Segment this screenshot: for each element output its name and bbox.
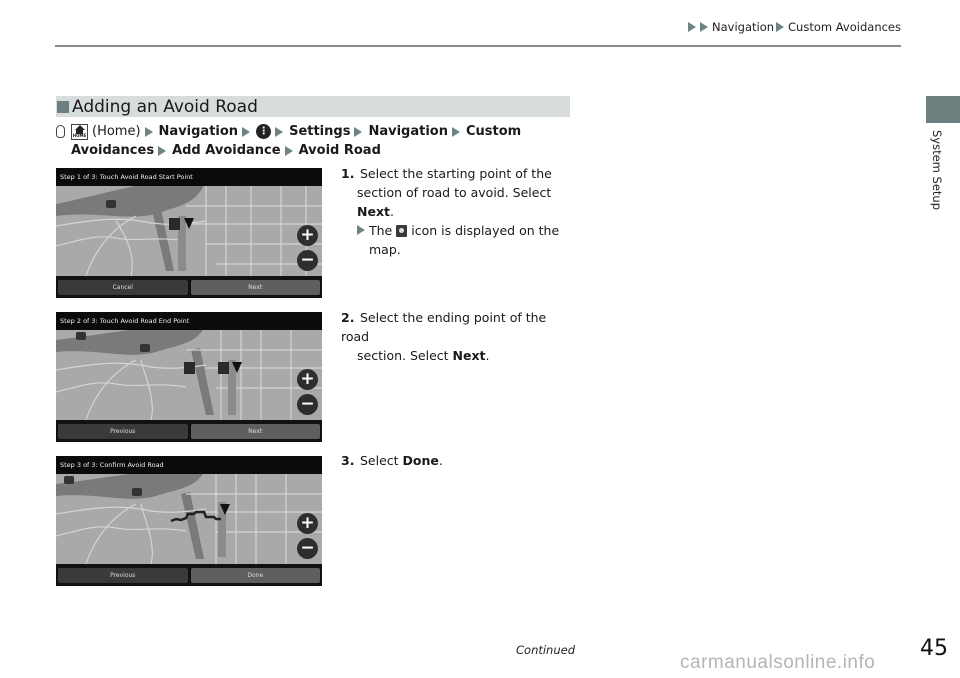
route-shield-icon (64, 476, 74, 484)
microphone-icon (56, 125, 65, 138)
step-text: section of road to avoid. Select (357, 185, 552, 200)
screenshot-step-2: Step 2 of 3: Touch Avoid Road End Point (56, 312, 322, 442)
zoom-in-button[interactable]: + (297, 513, 318, 534)
map-roads (56, 186, 322, 276)
step-number: 3. (341, 453, 355, 468)
step-text: The (369, 223, 393, 238)
screenshot-step-1: Step 1 of 3: Touch Avoid Road Start Poin… (56, 168, 322, 298)
avoid-start-marker-icon (184, 362, 195, 374)
chapter-label[interactable]: System Setup (930, 130, 944, 210)
map-view[interactable]: + − (56, 330, 322, 420)
step-text: Select the ending point of the road (341, 310, 547, 344)
step-2: 2. Select the ending point of the road s… (341, 308, 576, 365)
zoom-in-button[interactable]: + (297, 225, 318, 246)
step-punct: . (438, 453, 443, 468)
step-number: 2. (341, 310, 355, 325)
breadcrumb-arrow-icon (700, 22, 708, 32)
watermark: carmanualsonline.info (680, 652, 876, 673)
breadcrumb-item[interactable]: Navigation (712, 20, 774, 34)
step-text: Select (359, 453, 399, 468)
avoid-point-marker-icon (396, 225, 408, 237)
vehicle-position-icon (220, 504, 230, 515)
route-shield-icon (132, 488, 142, 496)
step-bold: Next (452, 348, 486, 363)
path-step: Settings (289, 124, 351, 139)
vehicle-position-icon (184, 218, 194, 229)
breadcrumb: Navigation Custom Avoidances (688, 20, 901, 34)
map-view[interactable]: + − (56, 186, 322, 276)
next-button[interactable]: Next (190, 424, 320, 439)
home-icon: HOME (71, 123, 88, 140)
step-3: 3. Select Done. (341, 451, 576, 470)
breadcrumb-arrow-icon (776, 22, 785, 32)
zoom-in-button[interactable]: + (297, 369, 318, 390)
path-arrow-icon (451, 126, 460, 137)
step-text: icon is displayed on the (411, 223, 560, 238)
zoom-out-button[interactable]: − (297, 394, 318, 415)
screen-title: Step 3 of 3: Confirm Avoid Road (56, 456, 322, 474)
screen-title: Step 2 of 3: Touch Avoid Road End Point (56, 312, 322, 330)
map-view[interactable]: + − (56, 474, 322, 564)
vehicle-position-icon (232, 362, 242, 373)
path-arrow-icon (354, 126, 363, 137)
path-arrow-icon (158, 145, 167, 156)
done-button[interactable]: Done (190, 568, 320, 583)
route-shield-icon (76, 332, 86, 340)
path-arrow-icon (144, 126, 153, 137)
route-shield-icon (106, 200, 116, 208)
step-text: Select the starting point of the (359, 166, 552, 181)
step-1: 1. Select the starting point of the sect… (341, 164, 576, 259)
header-divider (55, 45, 901, 47)
step-result: The icon is displayed on the map. (341, 221, 576, 259)
map-roads (56, 330, 322, 420)
operation-path: HOME (Home) Navigation ⋮ Settings Naviga… (56, 122, 576, 160)
path-step: Custom (465, 124, 522, 139)
avoid-point-marker-icon (169, 218, 180, 230)
screen-title: Step 1 of 3: Touch Avoid Road Start Poin… (56, 168, 322, 186)
next-button[interactable]: Next (190, 280, 320, 295)
square-bullet-icon (57, 100, 69, 113)
step-number: 1. (341, 166, 355, 181)
more-vertical-icon: ⋮ (256, 124, 272, 139)
page-number: 45 (920, 636, 948, 661)
step-text: map. (369, 242, 401, 257)
path-arrow-icon (242, 126, 251, 137)
section-title: Adding an Avoid Road (72, 96, 258, 117)
path-arrow-icon (284, 145, 293, 156)
cancel-button[interactable]: Cancel (58, 280, 188, 295)
breadcrumb-item[interactable]: Custom Avoidances (788, 20, 901, 34)
step-text: section. Select (357, 348, 449, 363)
path-step: Avoidances (71, 143, 155, 158)
step-bold: Done (402, 453, 439, 468)
path-arrow-icon (275, 126, 284, 137)
continued-label: Continued (516, 643, 576, 657)
step-bold: Next (357, 204, 390, 219)
previous-button[interactable]: Previous (58, 568, 188, 583)
avoid-road-segment (170, 510, 221, 523)
step-punct: . (485, 348, 490, 363)
chapter-tab-marker (926, 96, 960, 123)
path-step: Navigation (368, 124, 448, 139)
step-punct: . (389, 204, 394, 219)
section-heading: Adding an Avoid Road (56, 96, 570, 117)
screenshot-step-3: Step 3 of 3: Confirm Avoid Road + − Prev… (56, 456, 322, 586)
path-step: Navigation (158, 124, 239, 139)
map-roads (56, 474, 322, 564)
path-step: Add Avoidance (172, 143, 281, 158)
result-arrow-icon (357, 225, 365, 235)
zoom-out-button[interactable]: − (297, 538, 318, 559)
avoid-end-marker-icon (218, 362, 229, 374)
breadcrumb-arrow-icon (688, 22, 696, 32)
previous-button[interactable]: Previous (58, 424, 188, 439)
home-label: (Home) (92, 124, 141, 139)
path-step: Avoid Road (298, 143, 381, 158)
zoom-out-button[interactable]: − (297, 250, 318, 271)
route-shield-icon (140, 344, 150, 352)
